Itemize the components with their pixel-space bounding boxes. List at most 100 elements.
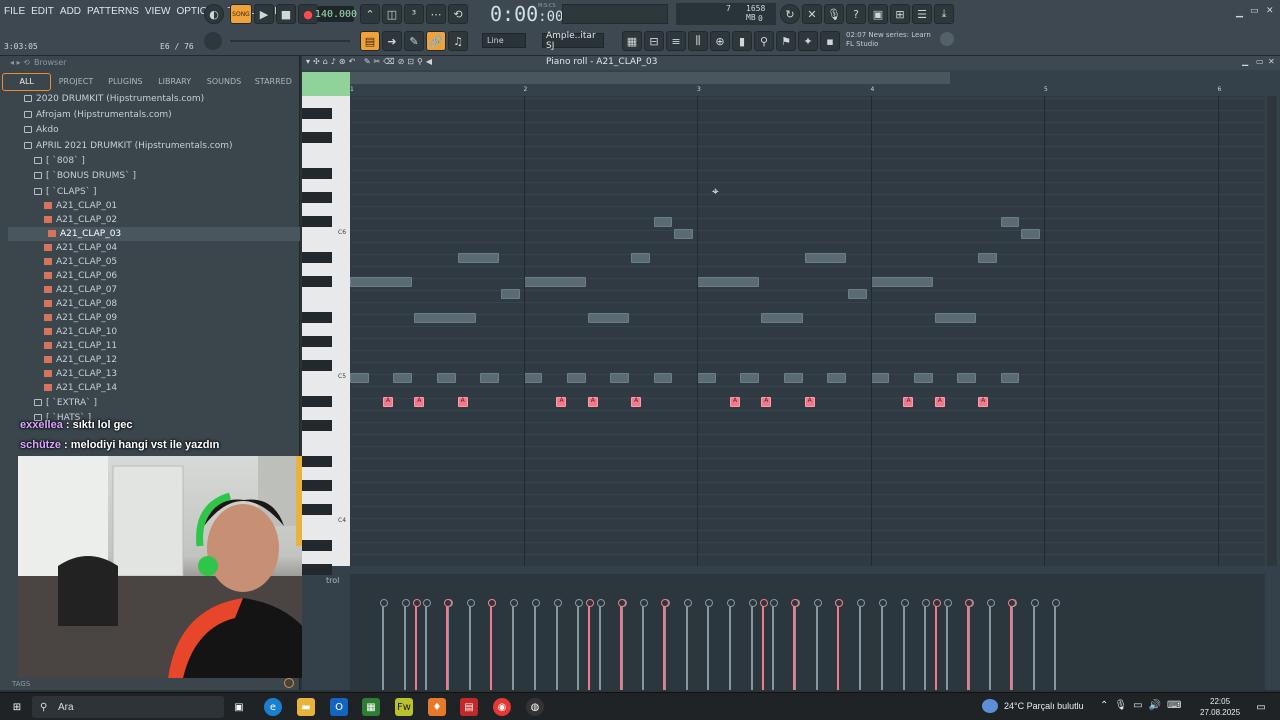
browser-file[interactable]: A21_CLAP_05 — [44, 255, 117, 269]
velocity-bar[interactable] — [878, 599, 887, 690]
black-key[interactable] — [302, 480, 332, 491]
channel-select[interactable]: Ample..itar SJ — [542, 31, 604, 51]
arrow-icon[interactable]: ➜ — [382, 31, 402, 51]
note[interactable] — [978, 397, 989, 407]
piano-keyboard[interactable]: C6 C5 C4 — [302, 96, 350, 575]
velocity-bar[interactable] — [575, 599, 584, 690]
winrar-icon[interactable]: ▤ — [460, 698, 478, 716]
touch-keyboard-icon[interactable]: ⚑ — [776, 31, 796, 51]
windows-start-icon[interactable]: ⊞ — [8, 698, 26, 716]
browser-file[interactable]: A21_CLAP_14 — [44, 381, 117, 395]
mixer-window-icon[interactable]: ⫼ — [688, 31, 708, 51]
velocity-bar[interactable] — [661, 599, 670, 690]
browser-file[interactable]: A21_CLAP_13 — [44, 367, 117, 381]
ghost-note[interactable] — [653, 217, 673, 227]
playlist-icon[interactable]: ▦ — [622, 31, 642, 51]
velocity-bar[interactable] — [834, 599, 843, 690]
ghost-note[interactable] — [1000, 217, 1020, 227]
weather-text[interactable]: 24°C Parçalı bulutlu — [1004, 701, 1084, 711]
ghost-note[interactable] — [957, 373, 977, 383]
ghost-note[interactable] — [697, 277, 760, 287]
store-icon[interactable]: ▦ — [362, 698, 380, 716]
obs-icon[interactable]: ◍ — [526, 698, 544, 716]
velocity-bar[interactable] — [640, 599, 649, 690]
velocity-lane[interactable] — [350, 574, 1265, 690]
velocity-bar[interactable] — [987, 599, 996, 690]
ghost-note[interactable] — [610, 373, 630, 383]
black-key[interactable] — [302, 336, 332, 347]
ghost-note[interactable] — [457, 253, 499, 263]
browser-file[interactable]: A21_CLAP_07 — [44, 283, 117, 297]
help-icon[interactable]: ? — [846, 4, 866, 24]
browser-file[interactable]: A21_CLAP_10 — [44, 325, 117, 339]
note[interactable] — [457, 397, 468, 407]
fireworks-icon[interactable]: Fw — [395, 698, 413, 716]
black-key[interactable] — [302, 420, 332, 431]
note[interactable] — [631, 397, 642, 407]
ghost-note[interactable] — [436, 373, 456, 383]
note[interactable] — [587, 397, 598, 407]
stop-icon[interactable]: ■ — [276, 4, 296, 24]
velocity-bar[interactable] — [596, 599, 605, 690]
step-edit-icon[interactable]: ⋯ — [426, 4, 446, 24]
browser-folder[interactable]: [ `EXTRA` ] — [34, 396, 97, 410]
browser-file[interactable]: A21_CLAP_11 — [44, 339, 117, 353]
play-icon[interactable]: ▶ — [254, 4, 274, 24]
velocity-bar[interactable] — [401, 599, 410, 690]
velocity-bar[interactable] — [813, 599, 822, 690]
ghost-note[interactable] — [653, 373, 673, 383]
black-key[interactable] — [302, 276, 332, 287]
black-key[interactable] — [302, 360, 332, 371]
velocity-bar[interactable] — [857, 599, 866, 690]
velocity-bar[interactable] — [759, 599, 768, 690]
note-grid[interactable] — [350, 96, 1265, 566]
ghost-note[interactable] — [740, 373, 760, 383]
vertical-scrollbar[interactable] — [1267, 96, 1277, 566]
ghost-note[interactable] — [500, 289, 520, 299]
note[interactable] — [414, 397, 425, 407]
wait-input-icon[interactable]: ◫ — [382, 4, 402, 24]
black-key[interactable] — [302, 396, 332, 407]
velocity-bar[interactable] — [1030, 599, 1039, 690]
edge-icon[interactable]: e — [264, 698, 282, 716]
save-icon[interactable]: ▣ — [868, 4, 888, 24]
snap-select[interactable]: Line — [482, 33, 526, 48]
ghost-note[interactable] — [480, 373, 499, 383]
main-volume-knob[interactable] — [204, 32, 222, 50]
browser-folder[interactable]: 2020 DRUMKIT (Hipstrumentals.com) — [24, 92, 204, 106]
search-icon[interactable] — [284, 678, 294, 688]
velocity-bar[interactable] — [423, 599, 432, 690]
black-key[interactable] — [302, 132, 332, 143]
browser-file[interactable]: A21_CLAP_06 — [44, 269, 117, 283]
velocity-bar[interactable] — [466, 599, 475, 690]
close-icon[interactable]: ✕ — [1268, 57, 1275, 66]
ghost-note[interactable] — [350, 277, 413, 287]
ghost-note[interactable] — [870, 373, 890, 383]
outlook-icon[interactable]: O — [330, 698, 348, 716]
ghost-note[interactable] — [674, 229, 694, 239]
stamp-icon[interactable]: ♫ — [448, 31, 468, 51]
black-key[interactable] — [302, 168, 332, 179]
note[interactable] — [382, 397, 393, 407]
piano-roll-icon[interactable]: ⊟ — [644, 31, 664, 51]
velocity-bar[interactable] — [412, 599, 421, 690]
ghost-note[interactable] — [414, 313, 477, 323]
ghost-note[interactable] — [804, 253, 846, 263]
ghost-note[interactable] — [934, 313, 977, 323]
velocity-bar[interactable] — [444, 599, 453, 690]
velocity-bar[interactable] — [1008, 599, 1017, 690]
microphone-icon[interactable]: 🎙 — [824, 4, 844, 24]
browser-file[interactable]: A21_CLAP_04 — [44, 241, 117, 255]
browser-folder[interactable]: [ `808` ] — [34, 154, 85, 168]
velocity-bar[interactable] — [510, 599, 519, 690]
browser-file[interactable]: A21_CLAP_08 — [44, 297, 117, 311]
loop-record-icon[interactable]: ⟲ — [448, 4, 468, 24]
browser-file[interactable]: A21_CLAP_12 — [44, 353, 117, 367]
velocity-bar[interactable] — [964, 599, 973, 690]
ghost-note[interactable] — [913, 373, 933, 383]
browser-tab-starred[interactable]: STARRED — [249, 73, 298, 91]
browser-folder[interactable]: Akdo — [24, 123, 59, 137]
velocity-bar[interactable] — [380, 599, 388, 690]
ghost-note[interactable] — [631, 253, 650, 263]
ghost-note[interactable] — [827, 373, 846, 383]
